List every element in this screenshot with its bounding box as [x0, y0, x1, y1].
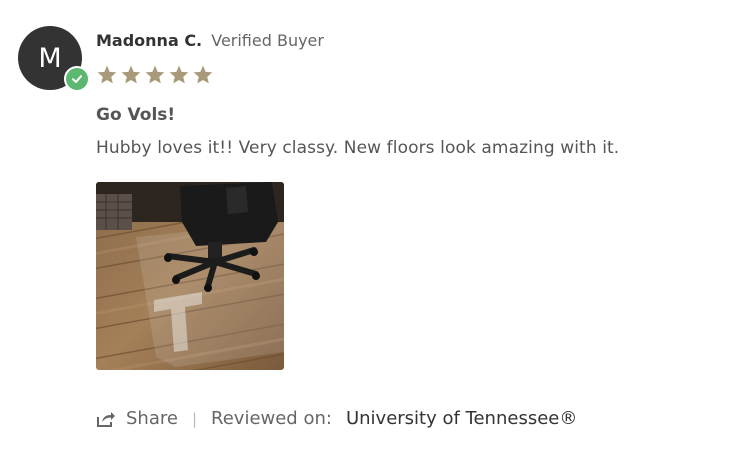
review-title: Go Vols! [96, 105, 176, 125]
share-label: Share [126, 408, 178, 429]
reviewed-on-label: Reviewed on: [211, 408, 332, 429]
share-icon [97, 411, 115, 427]
star-icon [168, 64, 190, 86]
author-name: Madonna C. [96, 31, 203, 50]
star-rating [96, 64, 214, 86]
star-icon [120, 64, 142, 86]
review-photo[interactable] [96, 182, 284, 370]
review-footer: Share | Reviewed on: University of Tenne… [96, 408, 577, 429]
divider: | [191, 409, 198, 428]
author-line: Madonna C. Verified Buyer [96, 30, 324, 52]
reviewed-product-link[interactable]: University of Tennessee® [346, 408, 577, 429]
verified-buyer-label: Verified Buyer [211, 31, 324, 50]
star-icon [96, 64, 118, 86]
share-button[interactable]: Share [96, 408, 178, 429]
review-body: Hubby loves it!! Very classy. New floors… [96, 138, 620, 158]
star-icon [144, 64, 166, 86]
review-card: M Madonna C. Verified Buyer Go Vols! Hub… [0, 0, 754, 456]
verified-check-icon [64, 66, 90, 92]
avatar-initial: M [38, 42, 62, 74]
star-icon [192, 64, 214, 86]
